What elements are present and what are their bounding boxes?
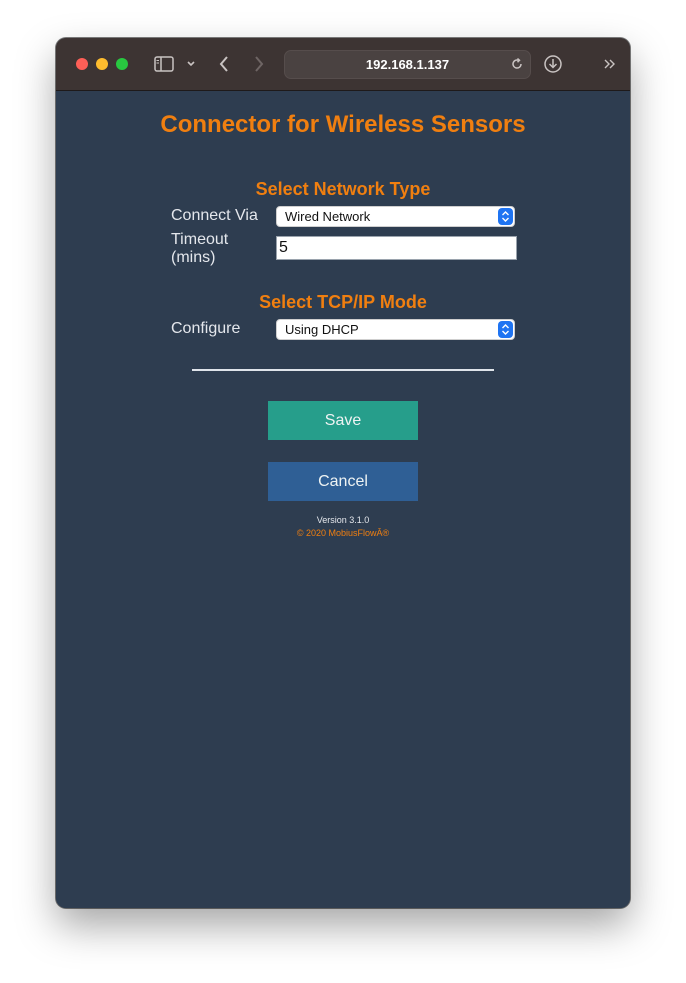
timeout-label-line1: Timeout bbox=[171, 231, 229, 248]
minimize-window-button[interactable] bbox=[96, 58, 108, 70]
network-type-heading: Select Network Type bbox=[255, 179, 431, 199]
page-content: Connector for Wireless Sensors Select Ne… bbox=[56, 91, 630, 908]
reload-icon[interactable] bbox=[510, 57, 524, 71]
close-window-button[interactable] bbox=[76, 58, 88, 70]
address-bar[interactable]: 192.168.1.137 bbox=[284, 50, 531, 79]
save-button[interactable]: Save bbox=[268, 401, 418, 440]
forward-arrow-icon[interactable] bbox=[252, 52, 266, 76]
connect-via-select[interactable]: Wired Network bbox=[276, 206, 515, 227]
copyright-text: © 2020 MobiusFlowÂ® bbox=[296, 528, 390, 538]
url-text: 192.168.1.137 bbox=[365, 57, 450, 72]
connect-via-value: Wired Network bbox=[285, 209, 371, 224]
tcpip-mode-heading: Select TCP/IP Mode bbox=[259, 292, 427, 312]
download-icon[interactable] bbox=[542, 52, 564, 76]
timeout-label-line2: (mins) bbox=[171, 249, 216, 266]
cancel-button[interactable]: Cancel bbox=[268, 462, 418, 501]
version-text: Version 3.1.0 bbox=[316, 515, 370, 525]
page-title: Connector for Wireless Sensors bbox=[160, 111, 526, 138]
more-chevrons-icon[interactable] bbox=[602, 52, 618, 76]
browser-toolbar: 192.168.1.137 bbox=[56, 38, 630, 91]
select-stepper-icon bbox=[498, 321, 513, 338]
sidebar-toggle-icon[interactable] bbox=[153, 52, 175, 76]
zoom-window-button[interactable] bbox=[116, 58, 128, 70]
configure-label: Configure bbox=[171, 320, 241, 337]
connect-via-label: Connect Via bbox=[171, 207, 258, 224]
configure-value: Using DHCP bbox=[285, 322, 359, 337]
chevron-down-icon[interactable] bbox=[185, 52, 197, 76]
select-stepper-icon bbox=[498, 208, 513, 225]
timeout-input[interactable]: 5 bbox=[276, 236, 517, 260]
timeout-label: Timeout (mins) bbox=[171, 231, 228, 267]
divider bbox=[192, 369, 494, 371]
browser-window: 192.168.1.137 Connector for Wireless Sen… bbox=[56, 38, 630, 908]
configure-select[interactable]: Using DHCP bbox=[276, 319, 515, 340]
back-arrow-icon[interactable] bbox=[217, 52, 231, 76]
